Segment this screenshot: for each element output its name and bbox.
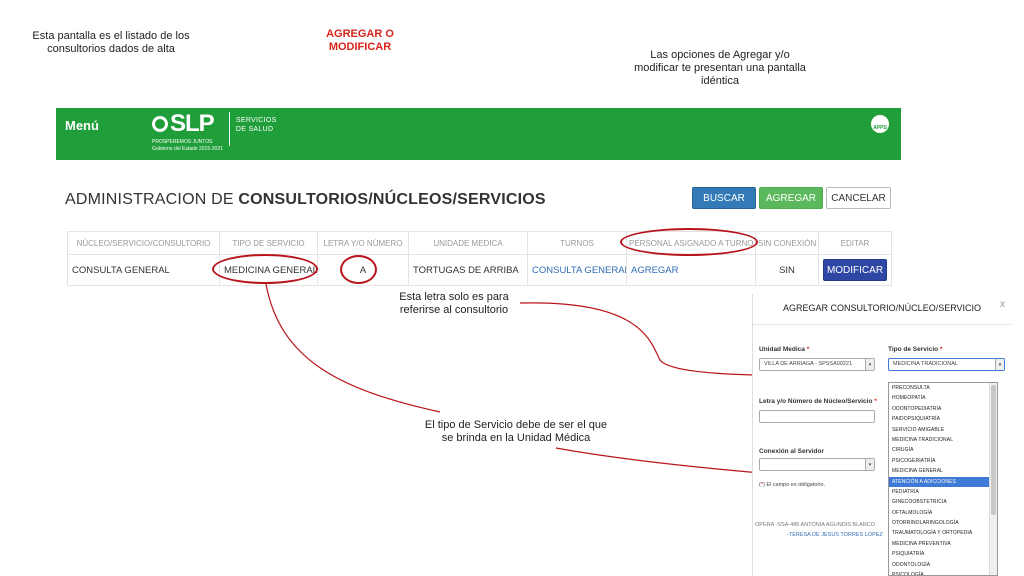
required-mark: *	[874, 398, 877, 405]
unidad-medica-select[interactable]: VILLA DE ARRIAGA - SPSSA00221 ▾	[759, 358, 875, 371]
letra-numero-label: Letra y/o Número de Núcleo/Servicio *	[759, 398, 877, 405]
tipo-servicio-label: Tipo de Servicio *	[888, 346, 942, 353]
dropdown-option[interactable]: TRAUMATOLOGÍA Y ORTOPEDIA	[889, 528, 997, 538]
unidad-medica-label-text: Unidad Medica	[759, 346, 805, 353]
required-note: (*) El campo es obligatorio.	[759, 482, 826, 488]
tipo-servicio-label-text: Tipo de Servicio	[888, 346, 939, 353]
dropdown-option[interactable]: PAIDOPSIQUIATRÍA	[889, 414, 997, 424]
dropdown-option[interactable]: PSIQUIATRÍA	[889, 549, 997, 559]
letra-numero-input[interactable]	[759, 410, 875, 423]
dropdown-option[interactable]: PSICOGERIATRÍA	[889, 456, 997, 466]
add-consultorio-modal: AGREGAR CONSULTORIO/NÚCLEO/SERVICIO x Un…	[752, 294, 1011, 576]
dropdown-option[interactable]: PSICOLOGÍA	[889, 570, 997, 575]
dropdown-option[interactable]: ATENCIÓN A ADICCIONES	[889, 476, 997, 487]
dropdown-scrollbar[interactable]	[989, 383, 997, 575]
dropdown-option[interactable]: OTORRINOLARINGOLOGÍA	[889, 518, 997, 528]
unidad-medica-value: VILLA DE ARRIAGA - SPSSA00221	[764, 361, 853, 367]
dropdown-option[interactable]: HOMEOPATÍA	[889, 393, 997, 403]
chevron-down-icon: ▾	[865, 359, 874, 370]
chevron-down-icon: ▾	[865, 459, 874, 470]
required-mark: *	[760, 482, 763, 488]
tipo-servicio-value: MEDICINA TRADICIONAL	[893, 361, 958, 367]
dropdown-option[interactable]: MEDICINA GENERAL	[889, 466, 997, 476]
tipo-servicio-select[interactable]: MEDICINA TRADICIONAL ▾	[888, 358, 1005, 371]
background-row-1: OPERA -SSA-486 ANTONIA AGUNDIS BLANCO	[755, 522, 876, 528]
required-mark: *	[939, 346, 943, 353]
note-service-type: El tipo de Servicio debe de ser el que s…	[424, 419, 608, 444]
unidad-medica-label: Unidad Medica *	[759, 346, 809, 353]
required-mark: *	[806, 346, 810, 353]
dropdown-option[interactable]: SERVICIO AMIGABLE	[889, 425, 997, 435]
dropdown-option[interactable]: PEDIATRÍA	[889, 487, 997, 497]
required-note-text: El campo es obligatorio.	[764, 482, 826, 488]
note-letter: Esta letra solo es para referirse al con…	[399, 291, 509, 316]
conexion-servidor-label: Conexión al Servidor	[759, 448, 825, 455]
modal-header-divider	[753, 324, 1011, 325]
conexion-servidor-select[interactable]: ▾	[759, 458, 875, 471]
chevron-down-icon: ▾	[995, 359, 1004, 370]
dropdown-option[interactable]: OFTALMOLOGÍA	[889, 508, 997, 518]
dropdown-option[interactable]: ODONTOPEDIATRÍA	[889, 404, 997, 414]
dropdown-option[interactable]: PRECONSULTA	[889, 383, 997, 393]
tipo-servicio-dropdown-list[interactable]: PRECONSULTA HOMEOPATÍA ODONTOPEDIATRÍA PAID…	[888, 382, 998, 576]
background-row-2: -TERESA DE JESUS TORRES LOPEZ	[787, 532, 883, 538]
letra-numero-label-text: Letra y/o Número de Núcleo/Servicio	[759, 398, 873, 405]
dropdown-scroll-thumb[interactable]	[991, 385, 996, 515]
dropdown-option[interactable]: MEDICINA PREVENTIVA	[889, 539, 997, 549]
modal-title: AGREGAR CONSULTORIO/NÚCLEO/SERVICIO	[783, 303, 982, 313]
dropdown-option[interactable]: ODONTOLOGÍA	[889, 560, 997, 570]
dropdown-option[interactable]: GINECOOBSTETRICIA	[889, 497, 997, 507]
modal-close-button[interactable]: x	[1000, 299, 1005, 310]
dropdown-option[interactable]: MEDICINA TRADICIONAL	[889, 435, 997, 445]
dropdown-option[interactable]: CIRUGÍA	[889, 445, 997, 455]
